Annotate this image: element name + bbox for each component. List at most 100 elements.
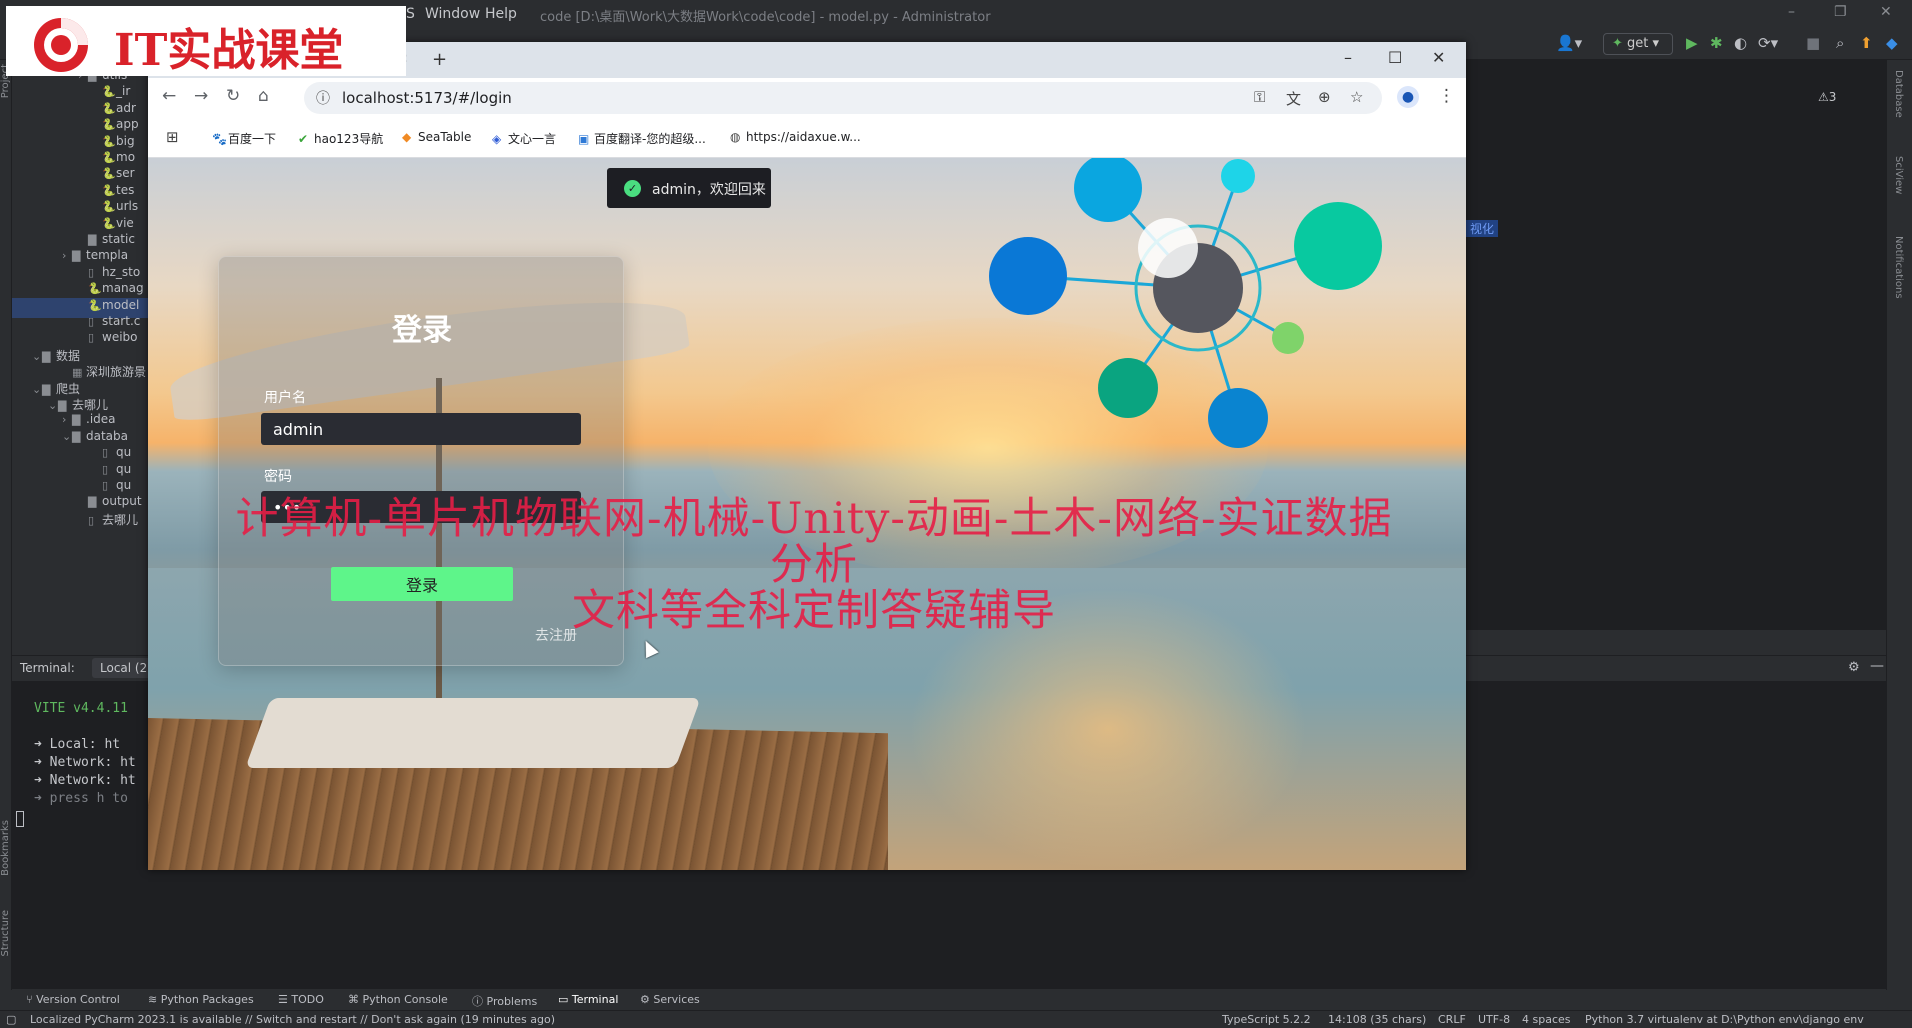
bookmark-label: 百度翻译-您的超级...	[594, 132, 706, 146]
browser-menu-icon[interactable]: ⋮	[1438, 86, 1455, 106]
browser-close-icon[interactable]: ✕	[1432, 48, 1445, 67]
ide-minimize-icon[interactable]: –	[1788, 4, 1795, 20]
status-widget[interactable]: TypeScript 5.2.2	[1222, 1013, 1311, 1026]
tool-tab-icon: ⓘ	[472, 995, 487, 1008]
tool-tab-label: Version Control	[36, 993, 120, 1006]
apps-grid-icon[interactable]: ⊞	[166, 128, 179, 146]
structure-tool-label[interactable]: Structure	[0, 910, 11, 957]
search-everywhere-icon[interactable]: ⌕	[1836, 34, 1844, 52]
menu-item-window[interactable]: Window	[425, 6, 480, 22]
address-bar[interactable]: ⓘ localhost:5173/#/login ⚿ 文 ⊕ ☆	[304, 82, 1382, 114]
debug-icon[interactable]: ✱	[1710, 34, 1723, 52]
menu-item-s[interactable]: S	[406, 6, 415, 22]
status-widget[interactable]: UTF-8	[1478, 1013, 1510, 1026]
notifications-tool-label[interactable]: Notifications	[1893, 236, 1904, 299]
site-info-icon[interactable]: ⓘ	[316, 88, 330, 108]
tool-tab[interactable]: ⓘ Problems	[472, 993, 537, 1009]
tree-row-label: 爬虫	[56, 381, 81, 396]
tree-row-label: app	[116, 117, 139, 132]
update-icon[interactable]: ⬆	[1860, 34, 1873, 52]
bookmark-item[interactable]: ✔ hao123导航	[298, 130, 383, 147]
bookmark-item[interactable]: ◆ SeaTable	[402, 130, 471, 144]
terminal-line: ➜ Network: ht	[34, 755, 136, 770]
forward-icon[interactable]: →	[194, 86, 208, 106]
tool-tab[interactable]: ⚙ Services	[640, 993, 700, 1006]
username-input[interactable]	[261, 413, 581, 445]
code-editor[interactable]	[1466, 60, 1886, 630]
profile-run-icon[interactable]: ⟳▾	[1758, 34, 1778, 52]
database-tool-label[interactable]: Database	[1893, 70, 1904, 118]
tool-tab[interactable]: ≋ Python Packages	[148, 993, 254, 1006]
url-text[interactable]: localhost:5173/#/login	[342, 89, 512, 107]
menu-item-help[interactable]: Help	[485, 6, 517, 22]
browser-minimize-icon[interactable]: –	[1344, 48, 1352, 67]
overlay-caption-line: 计算机-单片机物联网-机械-Unity-动画-土木-网络-实证数据分析	[235, 494, 1393, 590]
zoom-icon[interactable]: ⊕	[1318, 88, 1331, 106]
folder-icon: ▇	[58, 399, 67, 412]
vcs-user-icon[interactable]: 👤▾	[1556, 34, 1582, 52]
run-icon[interactable]: ▶	[1686, 34, 1698, 52]
tool-tab-label: Services	[653, 993, 700, 1006]
status-widget[interactable]: 4 spaces	[1522, 1013, 1571, 1026]
tree-row[interactable]: ▯ 去哪儿	[12, 511, 148, 531]
jetbrains-ai-icon[interactable]: ◆	[1886, 34, 1898, 52]
translate-page-icon[interactable]: 文	[1286, 88, 1301, 109]
bookmark-item[interactable]: ◍ https://aidaxue.w...	[730, 130, 861, 144]
profile-avatar-icon[interactable]: ●	[1397, 86, 1419, 108]
tree-expand-icon[interactable]: ⌄	[32, 350, 42, 363]
warnings-counter[interactable]: ⚠3	[1818, 90, 1836, 104]
tool-tab[interactable]: ⌘ Python Console	[348, 993, 448, 1006]
ide-close-icon[interactable]: ✕	[1880, 4, 1892, 20]
home-icon[interactable]: ⌂	[258, 86, 269, 106]
tool-tab[interactable]: ▭ Terminal	[558, 993, 618, 1006]
bookmark-item[interactable]: 🐾百度一下	[212, 130, 276, 147]
csv-file-icon: ▦	[72, 366, 83, 380]
status-panel-icon[interactable]: ▢	[6, 1013, 16, 1026]
tree-row-label: qu	[116, 445, 132, 460]
python-file-icon: 🐍	[102, 118, 116, 132]
bookmarks-tool-label[interactable]: Bookmarks	[0, 820, 11, 876]
tool-tab[interactable]: ⑂ Version Control	[26, 993, 120, 1006]
stop-icon[interactable]: ■	[1806, 34, 1820, 52]
file-icon: ▯	[88, 331, 95, 345]
bookmark-item[interactable]: ▣ 百度翻译-您的超级...	[578, 130, 706, 147]
file-icon: ▯	[102, 462, 109, 476]
network-illustration	[989, 158, 1382, 448]
ide-restore-icon[interactable]: ❐	[1834, 4, 1847, 20]
terminal-settings-icon[interactable]: ⚙	[1848, 660, 1860, 675]
bookmark-star-icon[interactable]: ☆	[1350, 88, 1363, 106]
tree-expand-icon[interactable]: ⌄	[62, 430, 72, 443]
tree-row-label: templa	[86, 248, 129, 263]
terminal-hide-icon[interactable]: —	[1870, 658, 1884, 674]
success-check-icon: ✓	[624, 180, 641, 197]
status-message[interactable]: Localized PyCharm 2023.1 is available //…	[30, 1013, 555, 1026]
tool-tab-label: Python Console	[362, 993, 448, 1006]
page-viewport: 登录 用户名 密码 登录 去注册 ✓ admin，欢迎回来 计算机-单片机物联网…	[148, 158, 1466, 870]
status-widget[interactable]: CRLF	[1438, 1013, 1466, 1026]
back-icon[interactable]: ←	[162, 86, 176, 106]
check-leaf-icon: ✔	[298, 132, 309, 146]
tool-tab[interactable]: ☰ TODO	[278, 993, 324, 1006]
file-icon: ▯	[88, 315, 95, 328]
browser-maximize-icon[interactable]: ☐	[1388, 48, 1402, 67]
flame-icon: ◆	[402, 130, 412, 144]
run-config-select[interactable]: ✦ get ▾	[1603, 33, 1673, 55]
password-key-icon[interactable]: ⚿	[1254, 88, 1265, 106]
status-widget[interactable]: Python 3.7 virtualenv at D:\Python env\d…	[1585, 1013, 1864, 1026]
run-config-label: get	[1627, 36, 1649, 51]
reload-icon[interactable]: ↻	[226, 86, 240, 106]
status-widget[interactable]: 14:108 (35 chars)	[1328, 1013, 1426, 1026]
new-tab-icon[interactable]: +	[432, 49, 447, 70]
tree-expand-icon[interactable]: ›	[62, 249, 72, 262]
tool-tab-label: TODO	[291, 993, 324, 1006]
tree-expand-icon[interactable]: ⌄	[32, 383, 42, 396]
bookmark-label: hao123导航	[314, 132, 384, 146]
tree-expand-icon[interactable]: ⌄	[48, 399, 58, 412]
tree-expand-icon[interactable]: ›	[62, 413, 72, 426]
globe-icon: ◍	[730, 130, 741, 144]
sciview-tool-label[interactable]: SciView	[1893, 156, 1904, 194]
bookmark-item[interactable]: ◈ 文心一言	[492, 130, 556, 147]
coverage-icon[interactable]: ◐	[1734, 34, 1747, 52]
folder-icon: ▇	[42, 349, 51, 363]
right-tool-stripe: Database SciView Notifications	[1886, 60, 1912, 990]
